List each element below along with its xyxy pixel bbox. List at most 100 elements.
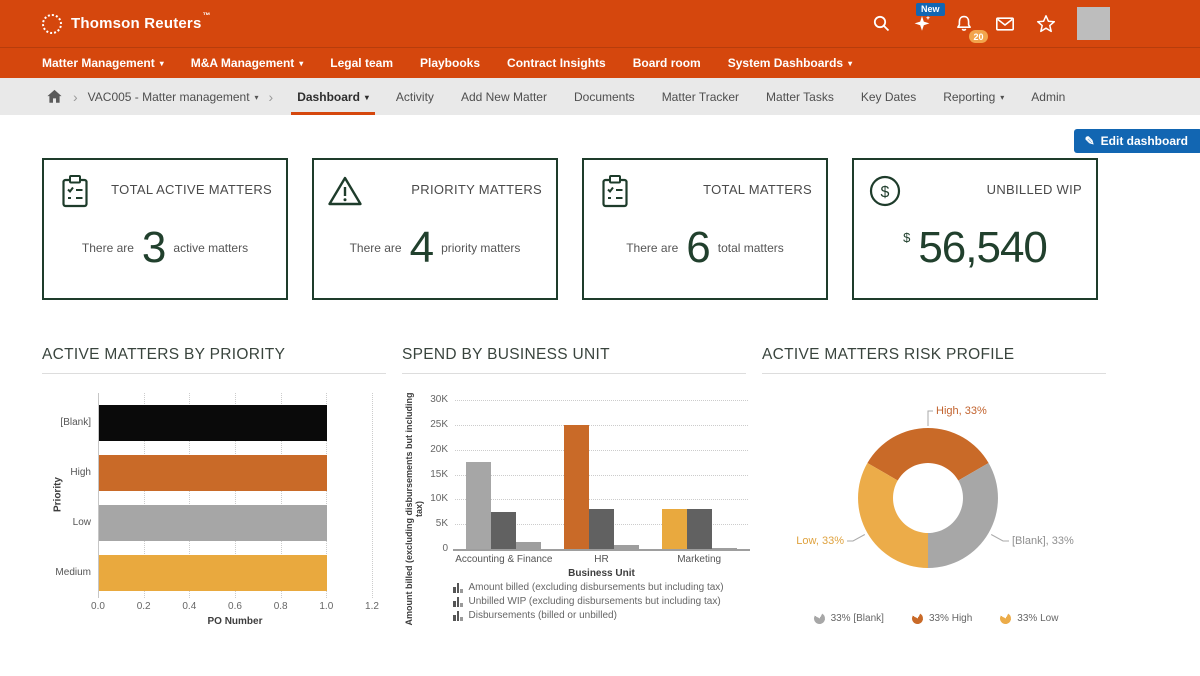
bar (589, 509, 614, 549)
new-badge: New (916, 3, 945, 16)
donut-slice-High (867, 428, 988, 480)
bar (99, 455, 327, 491)
nav-item-playbooks[interactable]: Playbooks (420, 56, 480, 70)
horizontal-bar-chart: 0.00.20.40.60.81.01.2[Blank]HighLowMediu… (42, 385, 390, 672)
nav-item-ma-management[interactable]: M&A Management▾ (191, 56, 304, 70)
tab-label: Add New Matter (461, 90, 547, 104)
nav-item-matter-management[interactable]: Matter Management ▾ (42, 56, 164, 70)
divider (42, 373, 386, 374)
tab-matter-tasks[interactable]: Matter Tasks (766, 78, 834, 115)
nav-item-system-dashboards[interactable]: System Dashboards▾ (728, 56, 852, 70)
breadcrumb-matter[interactable]: VAC005 - Matter management▾ (88, 78, 259, 115)
kpi-prefix: There are (82, 241, 134, 255)
clipboard-check-icon (597, 173, 633, 209)
bar (516, 542, 541, 549)
kpi-value-line: There are 6 total matters (584, 220, 826, 276)
kpi-title: TOTAL MATTERS (703, 182, 812, 197)
nav-label: Board room (633, 56, 701, 70)
edit-dashboard-button[interactable]: ✎ Edit dashboard (1074, 129, 1200, 153)
tab-label: Activity (396, 90, 434, 104)
legend-label: Amount billed (excluding disbursements b… (469, 582, 724, 593)
legend-label: Unbilled WIP (excluding disbursements bu… (469, 596, 721, 607)
legend-item: Unbilled WIP (excluding disbursements bu… (453, 596, 721, 607)
caret-down-icon: ▾ (299, 60, 303, 68)
matter-management-dashboard: Thomson Reuters™ New 20 Matter Managemen… (0, 0, 1200, 676)
donut-slice-[Blank] (928, 463, 998, 568)
category-label: High (42, 467, 91, 478)
donut-chart: High, 33% [Blank], 33% Low, 33%33% [Blan… (762, 385, 1110, 672)
kpi-prefix: There are (626, 241, 678, 255)
notification-count-badge: 20 (969, 30, 988, 43)
avatar[interactable] (1077, 7, 1110, 40)
slice-callout: High, 33% (936, 405, 987, 417)
tab-key-dates[interactable]: Key Dates (861, 78, 916, 115)
pie-legend-item: 33% [Blank] (814, 613, 884, 624)
kpi-card-priority-matters[interactable]: PRIORITY MATTERS There are 4 priority ma… (312, 158, 558, 300)
chart-title: ACTIVE MATTERS BY PRIORITY (42, 346, 285, 364)
nav-item-contract-insights[interactable]: Contract Insights (507, 56, 606, 70)
legend-label: 33% High (929, 613, 972, 624)
bar-legend-icon (453, 583, 463, 593)
kpi-card-total-matters[interactable]: TOTAL MATTERS There are 6 total matters (582, 158, 828, 300)
tab-reporting[interactable]: Reporting▾ (943, 78, 1004, 115)
divider (762, 373, 1106, 374)
kpi-title: UNBILLED WIP (987, 182, 1082, 197)
svg-text:$: $ (881, 184, 890, 201)
legend-label: 33% [Blank] (831, 613, 884, 624)
bar-legend-icon (453, 611, 463, 621)
bar (466, 462, 491, 549)
ai-sparkle-icon[interactable] (913, 14, 933, 34)
x-tick-label: 0.4 (174, 601, 204, 612)
home-breadcrumb[interactable] (46, 78, 63, 115)
edit-dashboard-label: Edit dashboard (1101, 134, 1188, 148)
breadcrumb: › VAC005 - Matter management▾ › Dashboar… (0, 78, 1200, 115)
nav-label: Playbooks (420, 56, 480, 70)
gridline (455, 400, 748, 401)
search-icon[interactable] (872, 14, 892, 34)
nav-item-board-room[interactable]: Board room (633, 56, 701, 70)
tab-label: Admin (1031, 90, 1065, 104)
tab-documents[interactable]: Documents (574, 78, 635, 115)
kpi-value-line: There are 4 priority matters (314, 220, 556, 276)
gridline (455, 425, 748, 426)
caret-down-icon: ▾ (255, 94, 259, 102)
divider (402, 373, 746, 374)
kpi-value-line: $ 56,540 (854, 220, 1096, 276)
tab-dashboard[interactable]: Dashboard▾ (297, 78, 369, 115)
nav-label: Contract Insights (507, 56, 606, 70)
pencil-icon: ✎ (1085, 135, 1095, 147)
top-icon-group (872, 0, 1110, 47)
x-tick-label: 0.8 (266, 601, 296, 612)
kpi-title: TOTAL ACTIVE MATTERS (111, 182, 272, 197)
tab-activity[interactable]: Activity (396, 78, 434, 115)
nav-item-legal-team[interactable]: Legal team (330, 56, 393, 70)
mail-icon[interactable] (995, 14, 1015, 34)
x-tick-label: 1.0 (311, 601, 341, 612)
kpi-title: PRIORITY MATTERS (411, 182, 542, 197)
chart-spend-by-business-unit: SPEND BY BUSINESS UNIT 05K10K15K20K25K30… (402, 340, 750, 672)
breadcrumb-separator-icon: › (259, 78, 284, 115)
donut-slice-Low (858, 463, 928, 568)
kpi-value-line: There are 3 active matters (44, 220, 286, 276)
tab-label: Key Dates (861, 90, 916, 104)
favorites-star-icon[interactable] (1036, 14, 1056, 34)
tab-label: Matter Tracker (662, 90, 739, 104)
tab-add-new-matter[interactable]: Add New Matter (461, 78, 547, 115)
nav-label: System Dashboards (728, 56, 843, 70)
x-tick-label: 0.2 (129, 601, 159, 612)
nav-label: Matter Management (42, 56, 155, 70)
tab-admin[interactable]: Admin (1031, 78, 1065, 115)
kpi-card-unbilled-wip[interactable]: $ UNBILLED WIP $ 56,540 (852, 158, 1098, 300)
thomson-reuters-logo[interactable]: Thomson Reuters™ (42, 0, 211, 47)
kpi-value: 56,540 (918, 226, 1047, 270)
caret-down-icon: ▾ (160, 60, 164, 68)
gridline (455, 475, 748, 476)
tab-matter-tracker[interactable]: Matter Tracker (662, 78, 739, 115)
legend-label: Disbursements (billed or unbilled) (469, 610, 617, 621)
brand-name: Thomson Reuters™ (71, 15, 211, 32)
slice-callout: Low, 33% (796, 535, 844, 547)
kpi-card-total-active-matters[interactable]: TOTAL ACTIVE MATTERS There are 3 active … (42, 158, 288, 300)
nav-label: Legal team (330, 56, 393, 70)
warning-triangle-icon (327, 173, 363, 209)
tab-label: Documents (574, 90, 635, 104)
